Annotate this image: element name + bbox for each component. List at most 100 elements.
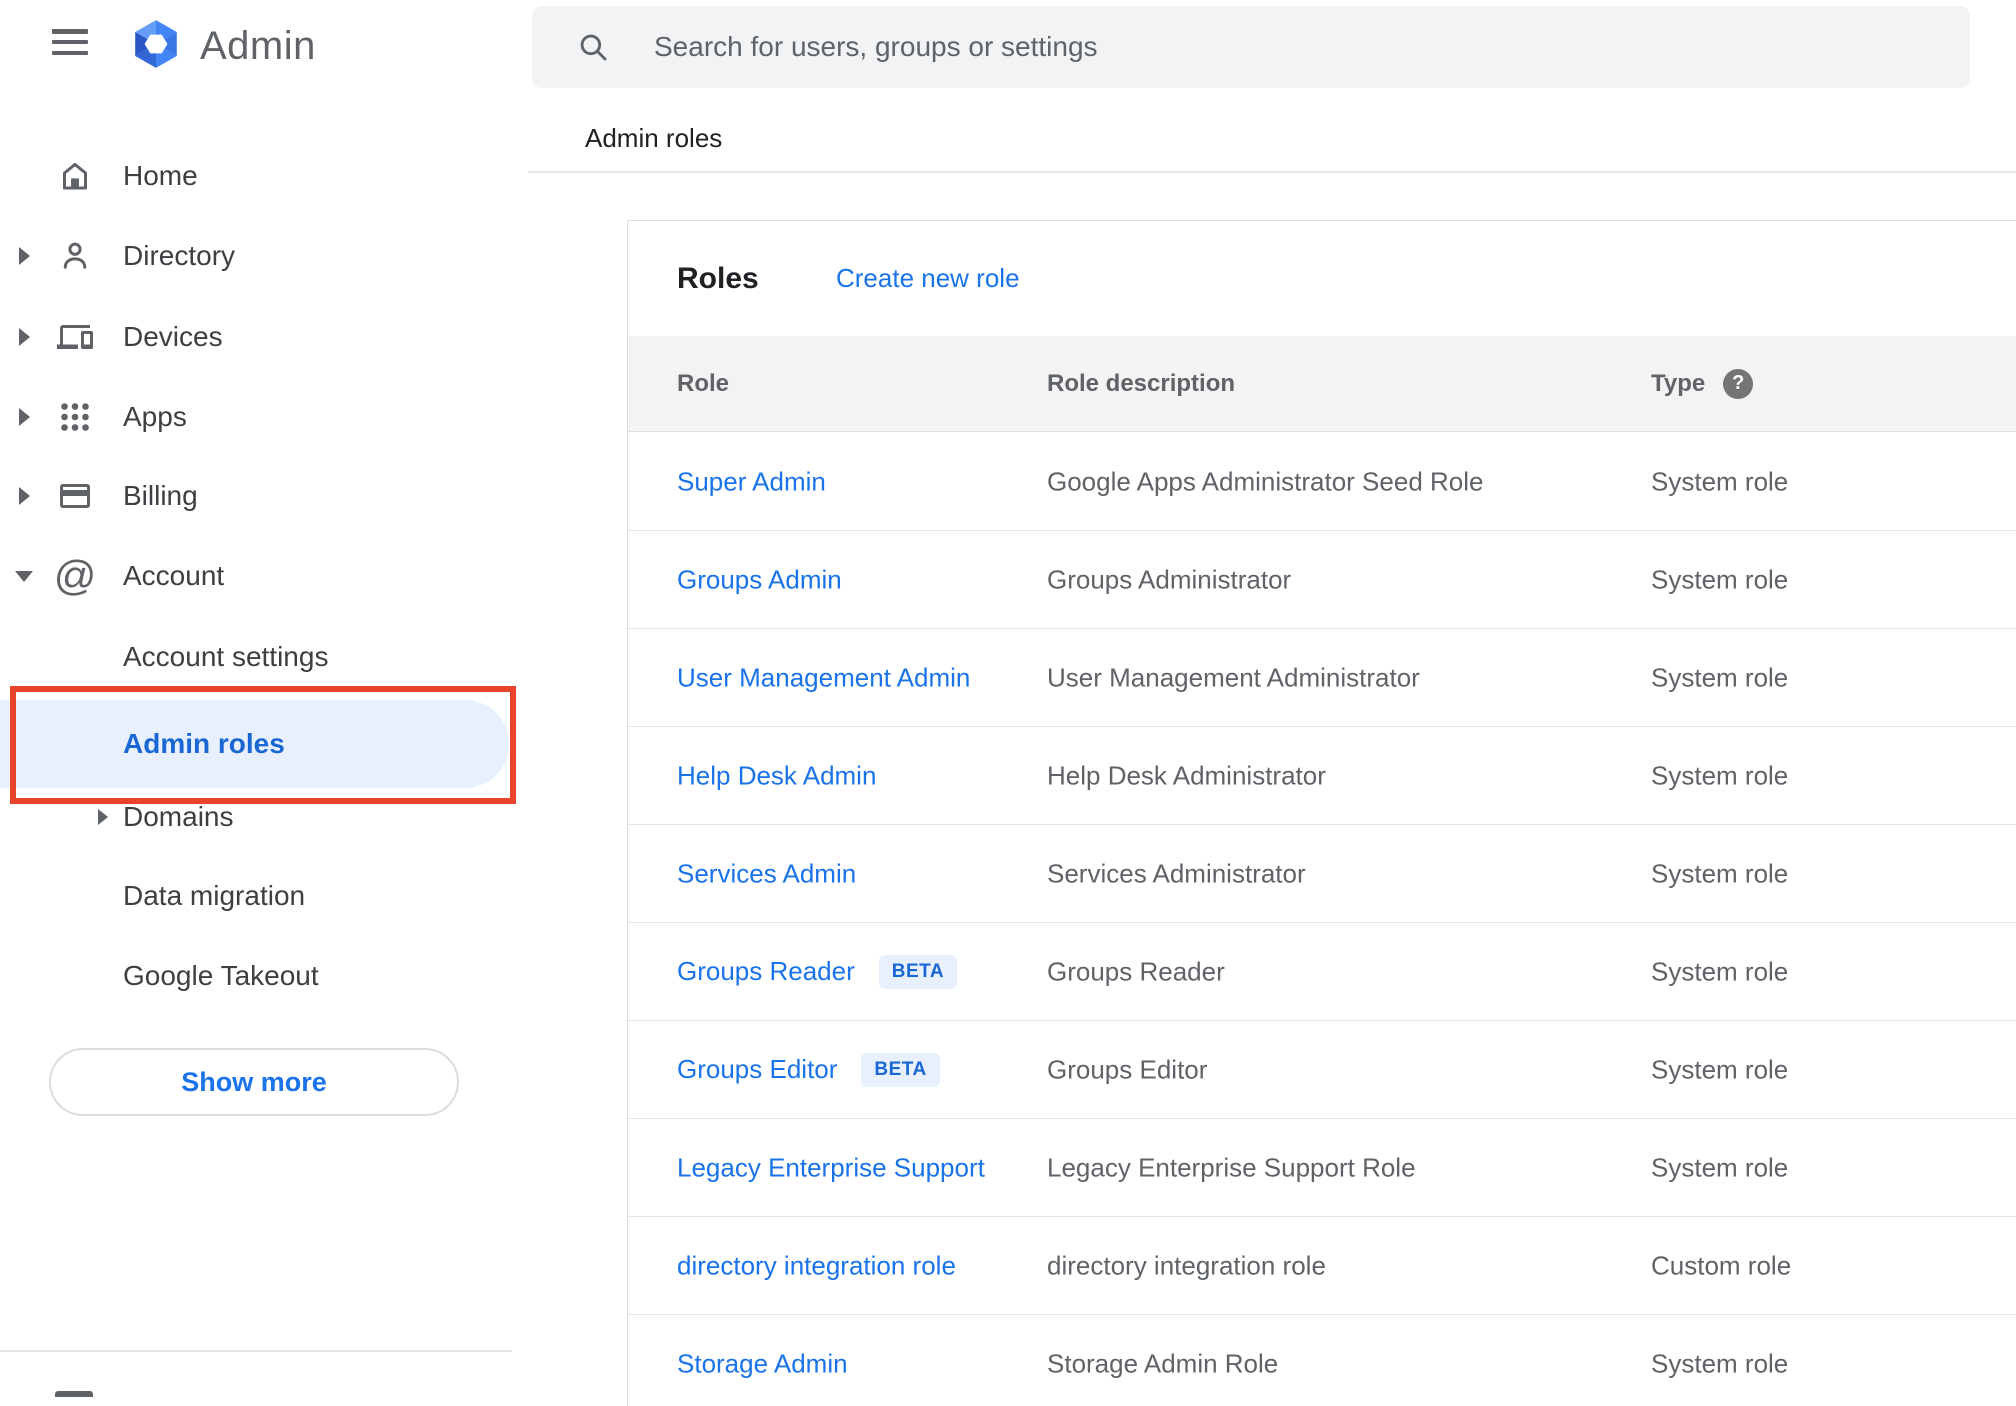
sidebar-item-data-migration[interactable]: Data migration	[0, 856, 528, 936]
role-description: Storage Admin Role	[1047, 1348, 1279, 1378]
beta-badge: BETA	[861, 1052, 940, 1087]
role-description: User Management Administrator	[1047, 662, 1420, 692]
column-header-type: Type ?	[1651, 368, 1754, 399]
sidebar-item-label: Account settings	[123, 641, 329, 672]
sidebar: Admin Home Directory Devices Apps Billin…	[0, 0, 528, 1397]
role-link[interactable]: Groups Admin	[677, 564, 842, 595]
breadcrumb: Admin roles	[585, 123, 723, 153]
sidebar-item-label: Directory	[123, 240, 236, 271]
role-type: System role	[1651, 858, 1789, 888]
expand-arrow-icon[interactable]	[19, 487, 30, 505]
roles-table-body: Super Admin Google Apps Administrator Se…	[628, 433, 2016, 1406]
main-content: Search for users, groups or settings Adm…	[528, 0, 2016, 1406]
role-link[interactable]: Help Desk Admin	[677, 760, 876, 791]
search-placeholder: Search for users, groups or settings	[654, 31, 1098, 62]
role-link[interactable]: User Management Admin	[677, 662, 970, 693]
sidebar-item-apps[interactable]: Apps	[0, 377, 528, 457]
expand-arrow-icon[interactable]	[19, 328, 30, 346]
sidebar-item-devices[interactable]: Devices	[0, 297, 528, 377]
app-logo: Admin	[128, 18, 316, 75]
role-type: System role	[1651, 1054, 1789, 1084]
sidebar-item-label: Google Takeout	[123, 960, 319, 991]
show-more-button[interactable]: Show more	[49, 1048, 459, 1116]
help-icon[interactable]: ?	[1723, 368, 1754, 399]
roles-card: Roles Create new role Role Role descript…	[627, 220, 2016, 1406]
role-link[interactable]: Services Admin	[677, 858, 856, 889]
create-new-role-link[interactable]: Create new role	[836, 263, 1020, 294]
table-header: Role Role description Type ?	[628, 336, 2016, 432]
collapse-arrow-icon[interactable]	[15, 570, 33, 582]
card-title: Roles	[677, 261, 759, 295]
role-description: Google Apps Administrator Seed Role	[1047, 466, 1484, 496]
role-link[interactable]: Groups Editor	[677, 1054, 837, 1085]
beta-badge: BETA	[878, 954, 958, 989]
column-header-role: Role	[677, 369, 730, 397]
table-row: Groups Editor BETA Groups Editor System …	[628, 1021, 2016, 1119]
sidebar-item-label: Devices	[123, 321, 223, 352]
role-link[interactable]: Legacy Enterprise Support	[677, 1152, 985, 1183]
role-type: System role	[1651, 760, 1789, 790]
menu-icon[interactable]	[52, 29, 88, 55]
role-type: System role	[1651, 564, 1789, 594]
app-title: Admin	[200, 23, 316, 68]
table-row: Groups Admin Groups Administrator System…	[628, 531, 2016, 629]
sidebar-item-label: Billing	[123, 480, 198, 511]
search-input[interactable]: Search for users, groups or settings	[532, 6, 1970, 88]
table-row: Services Admin Services Administrator Sy…	[628, 825, 2016, 923]
credit-card-icon	[57, 478, 93, 514]
role-description: Groups Reader	[1047, 956, 1225, 986]
expand-arrow-icon[interactable]	[19, 408, 30, 426]
role-description: Groups Administrator	[1047, 564, 1292, 594]
role-type: Custom role	[1651, 1250, 1792, 1280]
home-icon	[57, 158, 93, 194]
role-type: System role	[1651, 1152, 1789, 1182]
role-type: System role	[1651, 466, 1789, 496]
partial-icon	[55, 1391, 93, 1397]
sidebar-item-admin-roles[interactable]: Admin roles	[0, 704, 528, 784]
sidebar-item-directory[interactable]: Directory	[0, 216, 528, 296]
column-header-description: Role description	[1047, 369, 1236, 397]
table-row: Groups Reader BETA Groups Reader System …	[628, 923, 2016, 1021]
table-row: directory integration role directory int…	[628, 1217, 2016, 1315]
at-sign-icon: @	[53, 552, 97, 599]
role-description: directory integration role	[1047, 1250, 1326, 1280]
devices-icon	[57, 319, 93, 355]
role-description: Legacy Enterprise Support Role	[1047, 1152, 1416, 1182]
sidebar-item-account[interactable]: @ Account	[0, 536, 528, 616]
role-type: System role	[1651, 1348, 1789, 1378]
role-description: Groups Editor	[1047, 1054, 1208, 1084]
apps-grid-icon	[57, 399, 93, 435]
sidebar-item-billing[interactable]: Billing	[0, 456, 528, 536]
sidebar-divider	[0, 1350, 512, 1352]
sidebar-item-label: Home	[123, 160, 198, 191]
search-icon	[576, 30, 610, 64]
sidebar-item-label: Admin roles	[123, 728, 285, 759]
role-link[interactable]: Storage Admin	[677, 1348, 848, 1379]
sidebar-item-home[interactable]: Home	[0, 136, 528, 216]
show-more-label: Show more	[181, 1066, 327, 1097]
sidebar-item-label: Data migration	[123, 880, 306, 911]
role-description: Services Administrator	[1047, 858, 1306, 888]
expand-arrow-icon[interactable]	[19, 247, 30, 265]
table-row: Storage Admin Storage Admin Role System …	[628, 1315, 2016, 1406]
sidebar-item-label: Domains	[123, 801, 234, 832]
sidebar-item-domains[interactable]: Domains	[0, 777, 528, 857]
role-type: System role	[1651, 956, 1789, 986]
sidebar-item-label: Account	[123, 560, 225, 591]
table-row: Help Desk Admin Help Desk Administrator …	[628, 727, 2016, 825]
header-divider	[528, 171, 2016, 173]
table-row: User Management Admin User Management Ad…	[628, 629, 2016, 727]
role-type: System role	[1651, 662, 1789, 692]
admin-hexagon-icon	[128, 18, 184, 75]
person-icon	[57, 238, 93, 274]
expand-arrow-icon[interactable]	[98, 809, 108, 825]
role-link[interactable]: directory integration role	[677, 1250, 956, 1281]
sidebar-item-account-settings[interactable]: Account settings	[0, 617, 528, 697]
table-row: Legacy Enterprise Support Legacy Enterpr…	[628, 1119, 2016, 1217]
role-link[interactable]: Groups Reader	[677, 956, 855, 987]
roles-card-header: Roles Create new role	[628, 221, 2016, 336]
role-link[interactable]: Super Admin	[677, 466, 826, 497]
sidebar-item-google-takeout[interactable]: Google Takeout	[0, 936, 528, 1016]
sidebar-item-label: Apps	[123, 401, 187, 432]
table-row: Super Admin Google Apps Administrator Se…	[628, 433, 2016, 531]
